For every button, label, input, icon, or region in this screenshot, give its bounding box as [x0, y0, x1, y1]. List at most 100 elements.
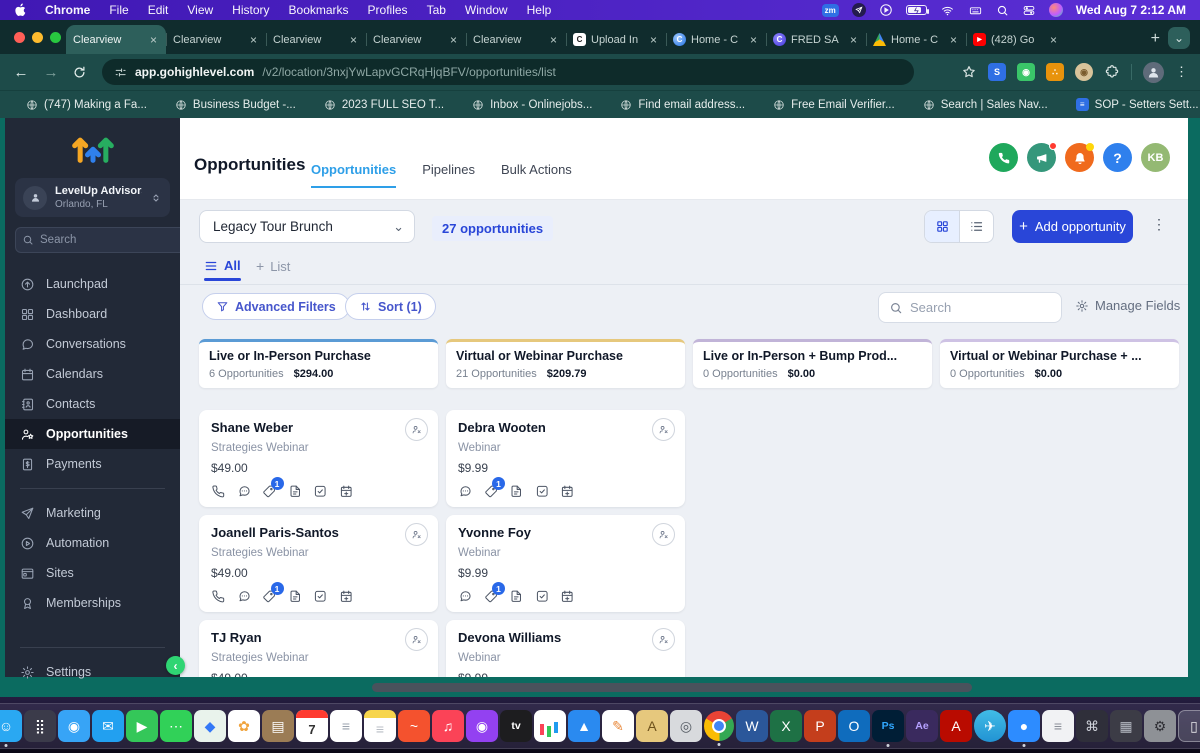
extension-green-icon[interactable]: ◉	[1017, 63, 1035, 81]
launchpad-dock-icon[interactable]: ⣿	[24, 710, 56, 742]
spotlight-icon[interactable]	[996, 4, 1009, 17]
menu-edit[interactable]: Edit	[148, 3, 169, 17]
account-switcher[interactable]: LevelUp Advisors US... Orlando, FL	[15, 178, 170, 217]
close-window-button[interactable]	[14, 32, 25, 43]
tag-icon[interactable]: 1	[262, 582, 284, 604]
assign-user-icon[interactable]	[405, 628, 428, 651]
bookmark-item[interactable]: Search | Sales Nav...	[909, 99, 1062, 111]
stocks-dock-icon[interactable]	[534, 710, 566, 742]
mail-dock-icon[interactable]: ✉	[92, 710, 124, 742]
profile-avatar[interactable]	[1143, 61, 1164, 83]
extensions-puzzle-icon[interactable]	[1104, 64, 1120, 80]
sidebar-collapse-button[interactable]: ‹	[166, 656, 185, 675]
browser-tab[interactable]: Home - C ×	[866, 25, 966, 54]
sidebar-item-settings[interactable]: Settings	[5, 657, 180, 687]
play-status-icon[interactable]	[879, 3, 893, 17]
assign-user-icon[interactable]	[405, 418, 428, 441]
sidebar-item-calendars[interactable]: Calendars	[5, 359, 180, 389]
user-avatar[interactable]: KB	[1141, 143, 1170, 172]
phone-icon[interactable]	[211, 484, 226, 499]
new-tab-button[interactable]: +	[1151, 30, 1160, 48]
assign-user-icon[interactable]	[652, 628, 675, 651]
tab-close-icon[interactable]: ×	[548, 33, 559, 47]
column-header[interactable]: Live or In-Person Purchase 6 Opportunitie…	[199, 339, 438, 388]
bookmark-item[interactable]: Find email address...	[606, 99, 759, 111]
grid-view-button[interactable]	[925, 211, 959, 242]
tab-close-icon[interactable]: ×	[948, 33, 959, 47]
contacts-dock-icon[interactable]: ▤	[262, 710, 294, 742]
tab-close-icon[interactable]: ×	[848, 33, 859, 47]
menu-chrome[interactable]: Chrome	[45, 3, 90, 17]
extension-s-icon[interactable]: S	[988, 63, 1006, 81]
input-source-icon[interactable]	[968, 4, 983, 17]
site-settings-icon[interactable]	[114, 66, 127, 79]
more-options-icon[interactable]: ⋮	[1152, 216, 1166, 233]
outlook-dock-icon[interactable]: O	[838, 710, 870, 742]
menubar-clock[interactable]: Wed Aug 7 2:12 AM	[1076, 3, 1186, 17]
calendar-dock-icon[interactable]: 7	[296, 710, 328, 742]
sidebar-item-dashboard[interactable]: Dashboard	[5, 299, 180, 329]
bookmark-star-icon[interactable]	[961, 64, 977, 80]
tab-all[interactable]: All	[204, 258, 241, 281]
assign-user-icon[interactable]	[652, 418, 675, 441]
header-tab-bulk-actions[interactable]: Bulk Actions	[501, 162, 572, 188]
opportunity-card[interactable]: TJ RyanStrategies Webinar$49.001	[199, 620, 438, 677]
bookmark-item[interactable]: Business Budget -...	[161, 99, 310, 111]
column-header[interactable]: Live or In-Person + Bump Prod... 0 Opport…	[693, 339, 932, 388]
notes-icon[interactable]	[509, 484, 524, 499]
extension-orange-icon[interactable]: ∴	[1046, 63, 1064, 81]
finder-dock-icon[interactable]: ☺	[0, 710, 22, 747]
menu-file[interactable]: File	[109, 3, 128, 17]
facetime-dock-icon[interactable]: ▶	[126, 710, 158, 742]
settings-dock-icon[interactable]: ⚙	[1144, 710, 1176, 742]
menu-help[interactable]: Help	[527, 3, 552, 17]
tab-close-icon[interactable]: ×	[1048, 33, 1059, 47]
chat-icon[interactable]	[237, 484, 252, 499]
menu-history[interactable]: History	[232, 3, 269, 17]
tab-close-icon[interactable]: ×	[248, 33, 259, 47]
column-header[interactable]: Virtual or Webinar Purchase + ... 0 Oppor…	[940, 339, 1179, 388]
sidebar-item-contacts[interactable]: Contacts	[5, 389, 180, 419]
pages-dock-icon[interactable]: ✎	[602, 710, 634, 742]
browser-tab[interactable]: Clearview ×	[66, 25, 166, 54]
bookmark-item[interactable]: (747) Making a Fa...	[12, 99, 161, 111]
notes-icon[interactable]	[509, 589, 524, 604]
chat-icon[interactable]	[458, 484, 473, 499]
pipeline-select[interactable]: Legacy Tour Brunch ⌄	[199, 210, 415, 243]
sidebar-item-payments[interactable]: Payments	[5, 449, 180, 479]
safari-dock-icon[interactable]: ◉	[58, 710, 90, 742]
list-view-button[interactable]	[959, 211, 993, 242]
megaphone-button[interactable]	[1027, 142, 1057, 172]
browser-tab[interactable]: Clearview ×	[366, 25, 466, 54]
assign-user-icon[interactable]	[405, 523, 428, 546]
chat-icon[interactable]	[237, 589, 252, 604]
garageband-dock-icon[interactable]: ~	[398, 710, 430, 742]
battery-icon[interactable]: ϟ	[905, 5, 930, 16]
board-search[interactable]	[878, 292, 1062, 323]
calendar-plus-icon[interactable]	[339, 484, 354, 499]
photoshop-dock-icon[interactable]: Ps	[872, 710, 904, 747]
sidebar-item-launchpad[interactable]: Launchpad	[5, 269, 180, 299]
tag-icon[interactable]: 1	[484, 582, 505, 604]
opportunity-card[interactable]: Joanell Paris-Santos Strategies Webinar $4…	[199, 515, 438, 612]
music-dock-icon[interactable]: ♫	[432, 710, 464, 742]
bookmark-item[interactable]: Inbox - Onlinejobs...	[458, 99, 606, 111]
chrome-dock-icon[interactable]	[704, 711, 734, 746]
column-header[interactable]: Virtual or Webinar Purchase 21 Opportunit…	[446, 339, 685, 388]
sidebar-item-opportunities[interactable]: Opportunities	[5, 419, 180, 449]
calendar-plus-icon[interactable]	[560, 484, 575, 499]
tab-close-icon[interactable]: ×	[148, 33, 159, 47]
browser-tab[interactable]: Clearview ×	[266, 25, 366, 54]
phone-icon[interactable]	[211, 589, 226, 604]
sidebar-item-automation[interactable]: Automation	[5, 528, 180, 558]
browser-tab[interactable]: Clearview ×	[466, 25, 566, 54]
reminders-dock-icon[interactable]: ≡	[330, 710, 362, 742]
appletv-dock-icon[interactable]: tv	[500, 710, 532, 742]
header-tab-pipelines[interactable]: Pipelines	[422, 162, 475, 188]
reload-button[interactable]	[72, 65, 90, 80]
address-bar[interactable]: app.gohighlevel.com /v2/location/3nxjYwL…	[102, 59, 914, 85]
control-center-icon[interactable]	[1022, 4, 1036, 17]
sort-button[interactable]: Sort (1)	[345, 293, 436, 320]
opportunity-card[interactable]: Yvonne Foy Webinar $9.99 1	[446, 515, 685, 612]
notes-icon[interactable]	[288, 484, 303, 499]
